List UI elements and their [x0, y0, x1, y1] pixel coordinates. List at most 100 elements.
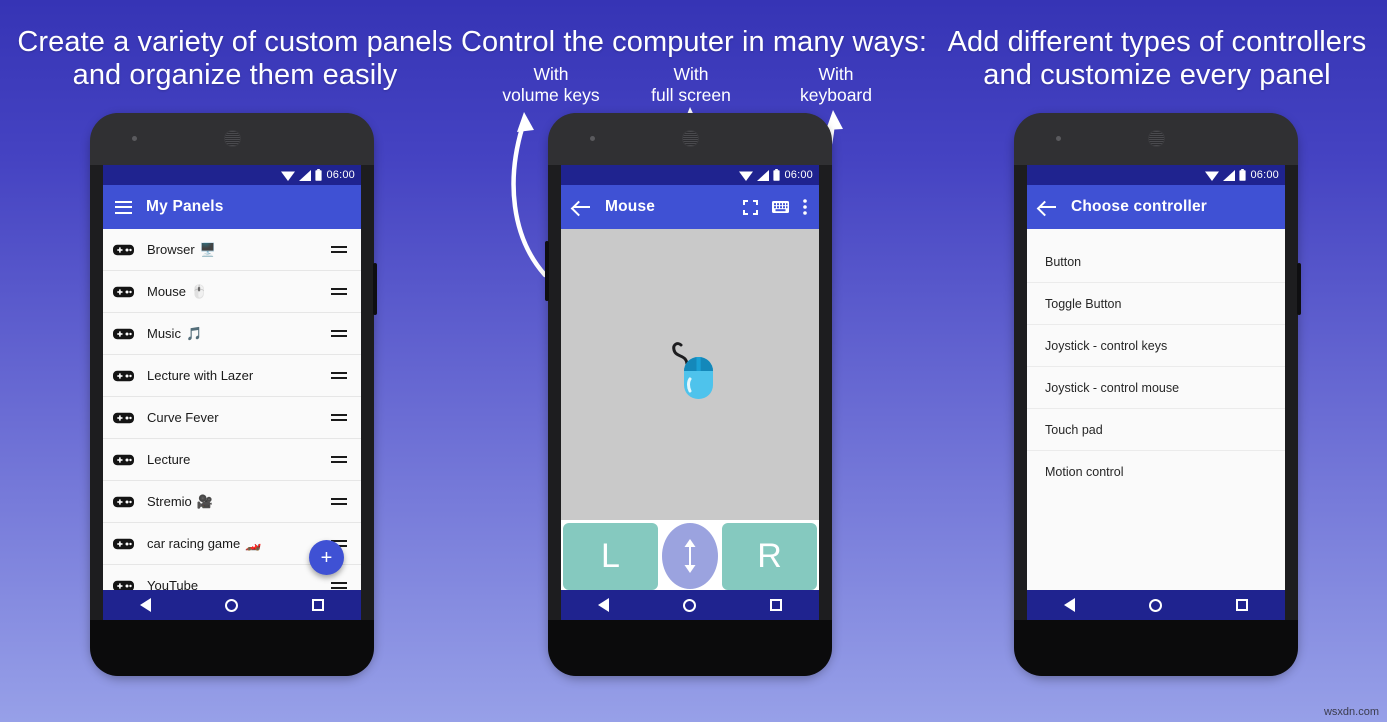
- drag-handle-icon[interactable]: [331, 328, 347, 340]
- panel-list-item[interactable]: Stremio 🎥: [103, 481, 361, 523]
- callout-volume-keys-line1: With: [533, 64, 569, 84]
- status-time-right: 06:00: [1250, 169, 1279, 181]
- navbar-left: [103, 590, 361, 620]
- controller-option[interactable]: Joystick - control keys: [1027, 325, 1285, 367]
- drag-handle-icon[interactable]: [331, 244, 347, 256]
- controller-option-label: Motion control: [1045, 465, 1124, 479]
- add-panel-fab[interactable]: +: [309, 540, 344, 575]
- panel-item-label: Lecture: [147, 452, 191, 467]
- mouse-buttons-bar: L R: [561, 520, 819, 590]
- controller-option[interactable]: Joystick - control mouse: [1027, 367, 1285, 409]
- controller-option[interactable]: Toggle Button: [1027, 283, 1285, 325]
- computer-mouse-illustration: [672, 341, 713, 399]
- overflow-menu-icon[interactable]: [803, 199, 807, 215]
- fullscreen-icon[interactable]: [743, 199, 758, 215]
- panel-item-label: Mouse: [147, 284, 187, 299]
- status-time-middle: 06:00: [784, 169, 813, 181]
- home-icon[interactable]: [1149, 598, 1162, 612]
- panel-item-emoji: 🏎️: [245, 535, 262, 551]
- controller-chooser-list: Button Toggle Button Joystick - control ke…: [1027, 229, 1285, 590]
- gamepad-icon: [113, 244, 134, 255]
- controller-option-label: Joystick - control mouse: [1045, 380, 1180, 395]
- panel-item-emoji: 🎵: [185, 325, 203, 341]
- panel-item-emoji: 🖱️: [191, 283, 208, 299]
- drag-handle-icon[interactable]: [331, 286, 347, 298]
- phone-right: 06:00 Choose controller Button Toggle But…: [1014, 113, 1301, 676]
- controller-option-label: Touch pad: [1045, 422, 1103, 437]
- front-camera-icon: [132, 136, 137, 141]
- appbar-middle: Mouse: [561, 185, 819, 229]
- back-icon[interactable]: [140, 598, 151, 612]
- drag-handle-icon[interactable]: [331, 370, 347, 382]
- home-icon[interactable]: [225, 598, 238, 612]
- phone-right-bottom-bezel: [1014, 620, 1298, 676]
- appbar-title-right: Choose controller: [1071, 198, 1208, 215]
- drag-handle-icon[interactable]: [331, 454, 347, 466]
- drag-handle-icon[interactable]: [331, 496, 347, 508]
- panel-item-label: Music: [147, 326, 181, 341]
- phone-right-top-bezel: [1014, 113, 1298, 165]
- recents-icon[interactable]: [770, 599, 782, 611]
- keyboard-icon[interactable]: [772, 201, 789, 213]
- status-bar-middle: 06:00: [561, 165, 819, 185]
- appbar-title-left: My Panels: [146, 198, 224, 215]
- panel-list-item[interactable]: Lecture: [103, 439, 361, 481]
- phone-right-screen: 06:00 Choose controller Button Toggle But…: [1027, 165, 1285, 620]
- gamepad-icon: [113, 370, 134, 381]
- navbar-right: [1027, 590, 1285, 620]
- volume-key-middle-phone[interactable]: [545, 241, 549, 301]
- earpiece-speaker-icon: [681, 130, 699, 147]
- controller-option[interactable]: Touch pad: [1027, 409, 1285, 451]
- appbar-title-middle: Mouse: [605, 198, 656, 215]
- panel-item-label: Lecture with Lazer: [147, 368, 254, 383]
- phone-middle-screen: 06:00 Mouse L R: [561, 165, 819, 620]
- recents-icon[interactable]: [1236, 599, 1248, 611]
- controller-option[interactable]: Button: [1027, 241, 1285, 283]
- appbar-left: My Panels: [103, 185, 361, 229]
- callout-volume-keys: With volume keys: [477, 64, 625, 107]
- back-icon[interactable]: [598, 598, 609, 612]
- phone-middle: 06:00 Mouse L R: [545, 113, 832, 676]
- controller-option-label: Button: [1045, 254, 1082, 269]
- arrow-volume-keys: [511, 119, 548, 278]
- back-icon[interactable]: [1064, 598, 1075, 612]
- appbar-right: Choose controller: [1027, 185, 1285, 229]
- gamepad-icon: [113, 328, 134, 339]
- panel-list-item[interactable]: Lecture with Lazer: [103, 355, 361, 397]
- vertical-scroll-arrow-icon: [684, 539, 696, 573]
- callout-keyboard: With keyboard: [762, 64, 910, 107]
- volume-key-left-phone[interactable]: [373, 263, 377, 315]
- back-arrow-icon[interactable]: [573, 200, 591, 214]
- mouse-left-button[interactable]: L: [563, 523, 658, 590]
- panel-list-item[interactable]: Mouse 🖱️: [103, 271, 361, 313]
- callout-full-screen-line2: full screen: [651, 85, 731, 106]
- hamburger-menu-icon[interactable]: [115, 200, 132, 214]
- controller-option[interactable]: Motion control: [1027, 451, 1285, 493]
- volume-key-right-phone[interactable]: [1297, 263, 1301, 315]
- callout-volume-keys-line2: volume keys: [502, 85, 600, 106]
- battery-icon: [773, 169, 781, 181]
- front-camera-icon: [590, 136, 595, 141]
- drag-handle-icon[interactable]: [331, 412, 347, 424]
- panel-list-item[interactable]: Curve Fever: [103, 397, 361, 439]
- gamepad-icon: [113, 412, 134, 423]
- callout-keyboard-line2: keyboard: [800, 85, 872, 106]
- touchpad-area[interactable]: [561, 229, 819, 520]
- panel-list-item[interactable]: Browser 🖥️: [103, 229, 361, 271]
- phone-left: 06:00 My Panels Browser 🖥️ Mouse 🖱️ Music 🎵 Le…: [90, 113, 377, 676]
- panel-list-item[interactable]: Music 🎵: [103, 313, 361, 355]
- recents-icon[interactable]: [312, 599, 324, 611]
- callout-keyboard-line1: With: [818, 64, 854, 84]
- panel-item-emoji: 🖥️: [199, 241, 216, 257]
- home-icon[interactable]: [683, 598, 696, 612]
- phone-middle-top-bezel: [548, 113, 832, 165]
- signal-icon: [1223, 169, 1236, 181]
- status-time-left: 06:00: [326, 169, 355, 181]
- back-arrow-icon[interactable]: [1039, 200, 1057, 214]
- mouse-right-button[interactable]: R: [722, 523, 817, 590]
- status-bar-right: 06:00: [1027, 165, 1285, 185]
- battery-icon: [315, 169, 323, 181]
- mouse-scroll-pill[interactable]: [662, 523, 718, 589]
- wifi-icon: [739, 171, 754, 181]
- controller-option-label: Toggle Button: [1045, 296, 1122, 311]
